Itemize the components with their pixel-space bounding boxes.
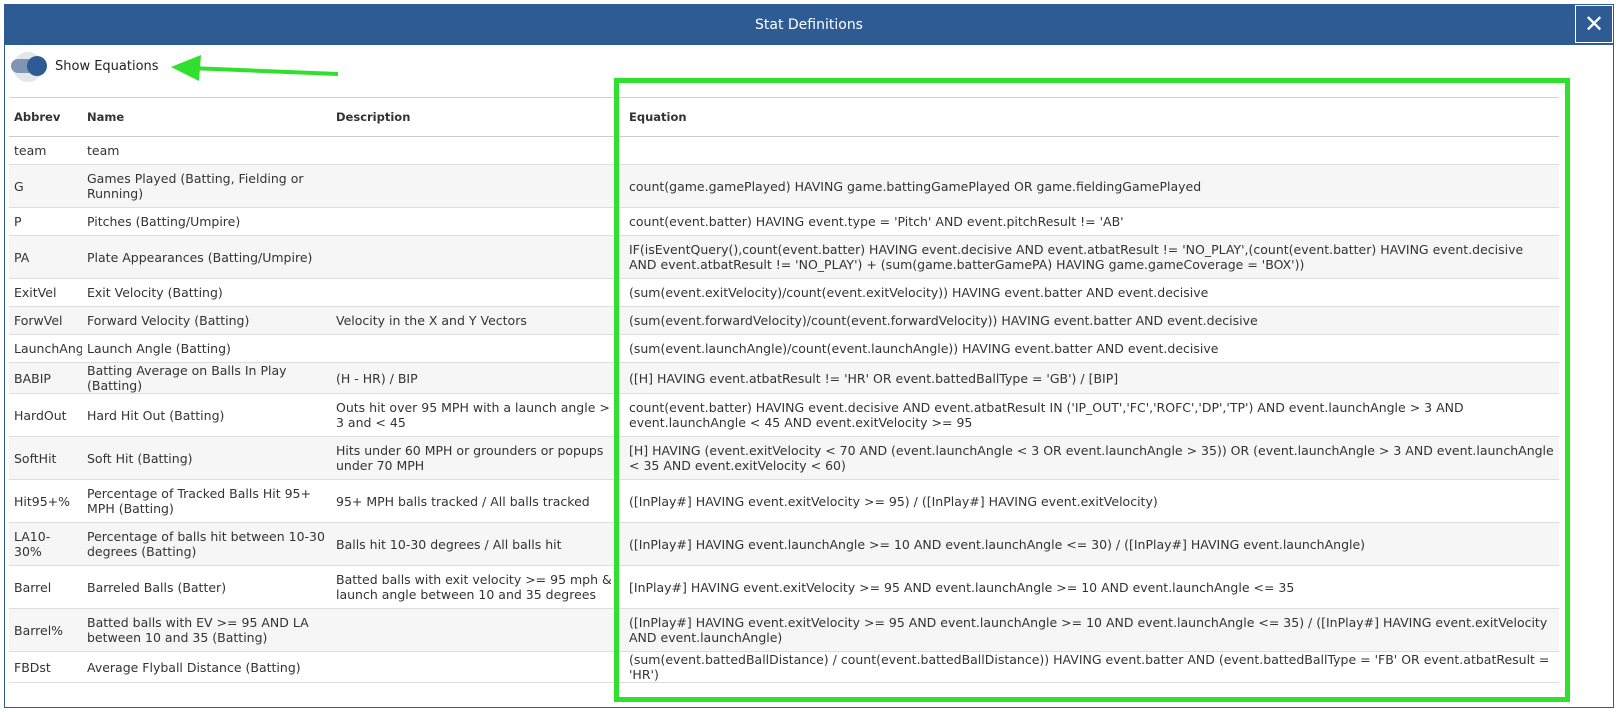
cell-abbrev: P bbox=[9, 207, 82, 236]
cell-description bbox=[331, 164, 624, 208]
close-button[interactable]: ✕ bbox=[1575, 5, 1613, 43]
cell-description bbox=[331, 334, 624, 363]
cell-equation: [H] HAVING (event.exitVelocity < 70 AND … bbox=[624, 436, 1559, 480]
cell-name: team bbox=[82, 136, 331, 165]
table-row[interactable]: team team bbox=[9, 136, 1559, 165]
table-row[interactable]: FBDst Average Flyball Distance (Batting)… bbox=[9, 651, 1559, 683]
cell-name: Batted balls with EV >= 95 AND LA betwee… bbox=[82, 608, 331, 652]
header-description[interactable]: Description bbox=[331, 97, 624, 137]
cell-description bbox=[331, 651, 624, 683]
table-row[interactable]: Barrel Barreled Balls (Batter) Batted ba… bbox=[9, 565, 1559, 609]
header-equation[interactable]: Equation bbox=[624, 97, 1559, 137]
cell-name: Soft Hit (Batting) bbox=[82, 436, 331, 480]
cell-abbrev: Barrel bbox=[9, 565, 82, 609]
table-row[interactable]: HardOut Hard Hit Out (Batting) Outs hit … bbox=[9, 393, 1559, 437]
table-row[interactable]: PA Plate Appearances (Batting/Umpire) IF… bbox=[9, 235, 1559, 279]
header-abbrev[interactable]: Abbrev bbox=[9, 97, 82, 137]
cell-name: Pitches (Batting/Umpire) bbox=[82, 207, 331, 236]
cell-description bbox=[331, 608, 624, 652]
cell-description: Hits under 60 MPH or grounders or popups… bbox=[331, 436, 624, 480]
cell-description: Outs hit over 95 MPH with a launch angle… bbox=[331, 393, 624, 437]
cell-abbrev: Barrel% bbox=[9, 608, 82, 652]
cell-name: Forward Velocity (Batting) bbox=[82, 306, 331, 335]
cell-name: Plate Appearances (Batting/Umpire) bbox=[82, 235, 331, 279]
cell-name: Launch Angle (Batting) bbox=[82, 334, 331, 363]
cell-abbrev: Hit95+% bbox=[9, 479, 82, 523]
cell-abbrev: LA10-30% bbox=[9, 522, 82, 566]
cell-equation: (sum(event.battedBallDistance) / count(e… bbox=[624, 651, 1559, 683]
cell-name: Games Played (Batting, Fielding or Runni… bbox=[82, 164, 331, 208]
cell-abbrev: LaunchAng bbox=[9, 334, 82, 363]
stat-definitions-table: Abbrev Name Description Equation team te… bbox=[9, 97, 1559, 683]
annotation-arrow-icon bbox=[171, 55, 339, 81]
cell-equation: ([InPlay#] HAVING event.exitVelocity >= … bbox=[624, 479, 1559, 523]
cell-description bbox=[331, 136, 624, 165]
cell-equation: count(event.batter) HAVING event.type = … bbox=[624, 207, 1559, 236]
cell-equation: (sum(event.launchAngle)/count(event.laun… bbox=[624, 334, 1559, 363]
stat-definitions-dialog: Stat Definitions ✕ Show Equations Abbrev… bbox=[4, 4, 1614, 708]
cell-abbrev: ForwVel bbox=[9, 306, 82, 335]
cell-equation bbox=[624, 136, 1559, 165]
table-row[interactable]: ExitVel Exit Velocity (Batting) (sum(eve… bbox=[9, 278, 1559, 307]
cell-description: (H - HR) / BIP bbox=[331, 362, 624, 394]
table-row[interactable]: Barrel% Batted balls with EV >= 95 AND L… bbox=[9, 608, 1559, 652]
cell-name: Percentage of Tracked Balls Hit 95+ MPH … bbox=[82, 479, 331, 523]
cell-equation: ([InPlay#] HAVING event.launchAngle >= 1… bbox=[624, 522, 1559, 566]
cell-abbrev: G bbox=[9, 164, 82, 208]
cell-equation: count(event.batter) HAVING event.decisiv… bbox=[624, 393, 1559, 437]
cell-name: Percentage of balls hit between 10-30 de… bbox=[82, 522, 331, 566]
cell-name: Average Flyball Distance (Batting) bbox=[82, 651, 331, 683]
cell-abbrev: BABIP bbox=[9, 362, 82, 394]
cell-abbrev: team bbox=[9, 136, 82, 165]
cell-equation: (sum(event.exitVelocity)/count(event.exi… bbox=[624, 278, 1559, 307]
cell-equation: count(game.gamePlayed) HAVING game.batti… bbox=[624, 164, 1559, 208]
cell-abbrev: PA bbox=[9, 235, 82, 279]
cell-abbrev: SoftHit bbox=[9, 436, 82, 480]
table-row[interactable]: G Games Played (Batting, Fielding or Run… bbox=[9, 164, 1559, 208]
cell-name: Barreled Balls (Batter) bbox=[82, 565, 331, 609]
cell-description bbox=[331, 235, 624, 279]
cell-abbrev: FBDst bbox=[9, 651, 82, 683]
table-row[interactable]: ForwVel Forward Velocity (Batting) Veloc… bbox=[9, 306, 1559, 335]
cell-equation: IF(isEventQuery(),count(event.batter) HA… bbox=[624, 235, 1559, 279]
table-row[interactable]: SoftHit Soft Hit (Batting) Hits under 60… bbox=[9, 436, 1559, 480]
table-row[interactable]: LA10-30% Percentage of balls hit between… bbox=[9, 522, 1559, 566]
cell-name: Exit Velocity (Batting) bbox=[82, 278, 331, 307]
cell-description bbox=[331, 207, 624, 236]
table-row[interactable]: Hit95+% Percentage of Tracked Balls Hit … bbox=[9, 479, 1559, 523]
cell-description: Velocity in the X and Y Vectors bbox=[331, 306, 624, 335]
cell-name: Batting Average on Balls In Play (Battin… bbox=[82, 362, 331, 394]
cell-abbrev: ExitVel bbox=[9, 278, 82, 307]
cell-description: Batted balls with exit velocity >= 95 mp… bbox=[331, 565, 624, 609]
cell-name: Hard Hit Out (Batting) bbox=[82, 393, 331, 437]
cell-description bbox=[331, 278, 624, 307]
cell-description: Balls hit 10-30 degrees / All balls hit bbox=[331, 522, 624, 566]
table-header-row: Abbrev Name Description Equation bbox=[9, 97, 1559, 137]
cell-abbrev: HardOut bbox=[9, 393, 82, 437]
table-row[interactable]: BABIP Batting Average on Balls In Play (… bbox=[9, 362, 1559, 394]
cell-equation: ([H] HAVING event.atbatResult != 'HR' OR… bbox=[624, 362, 1559, 394]
cell-description: 95+ MPH balls tracked / All balls tracke… bbox=[331, 479, 624, 523]
header-name[interactable]: Name bbox=[82, 97, 331, 137]
table-row[interactable]: LaunchAng Launch Angle (Batting) (sum(ev… bbox=[9, 334, 1559, 363]
table-row[interactable]: P Pitches (Batting/Umpire) count(event.b… bbox=[9, 207, 1559, 236]
cell-equation: ([InPlay#] HAVING event.exitVelocity >= … bbox=[624, 608, 1559, 652]
cell-equation: [InPlay#] HAVING event.exitVelocity >= 9… bbox=[624, 565, 1559, 609]
cell-equation: (sum(event.forwardVelocity)/count(event.… bbox=[624, 306, 1559, 335]
close-icon: ✕ bbox=[1583, 10, 1605, 38]
